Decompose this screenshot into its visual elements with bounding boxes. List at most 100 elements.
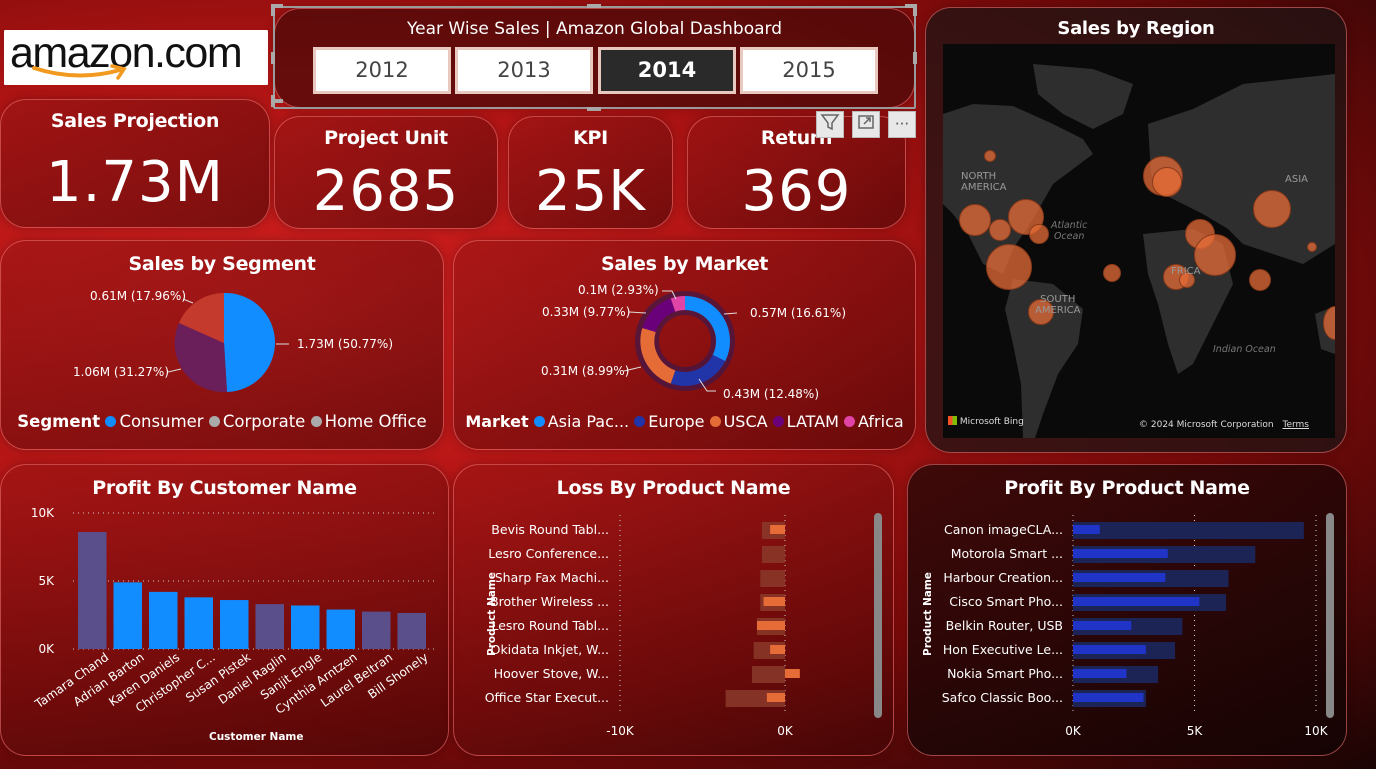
y-tick-label: Sharp Fax Machi...	[495, 570, 609, 585]
bar-highlight	[1073, 597, 1200, 606]
more-options-icon[interactable]: ···	[888, 111, 916, 138]
profit-by-product-card: Profit By Product Name 0K 5K 10K Canon imag…	[907, 464, 1347, 756]
y-tick-label: 5K	[38, 574, 55, 588]
legend-item-europe[interactable]: Europe	[634, 412, 705, 431]
loss-by-product-card: Loss By Product Name -10K 0K Bevis Round T…	[453, 464, 894, 756]
bar-highlight	[770, 525, 785, 534]
sales-bubble[interactable]	[959, 204, 991, 236]
bing-logo: Microsoft Bing	[948, 416, 1024, 427]
product-profit-bar-chart: 0K 5K 10K Canon imageCLA... Motorola Smart .…	[942, 515, 1329, 738]
selection-frame[interactable]	[273, 6, 916, 109]
kpi-label: KPI	[573, 127, 608, 149]
bar	[220, 600, 249, 649]
y-tick-label: Cisco Smart Pho...	[949, 594, 1063, 609]
sales-bubble[interactable]	[1249, 269, 1271, 291]
sales-by-region-card: Sales by Region NORTH AMERICA ASIA Atlan…	[925, 7, 1347, 453]
bar	[326, 609, 355, 649]
donut-slice-africa	[670, 296, 686, 312]
resize-handle[interactable]	[587, 107, 601, 111]
sales-by-segment-card: Sales by Segment 0.61M (17.96%) 1.73M (5…	[0, 240, 444, 450]
customer-x-axis-title: Customer Name	[209, 731, 304, 743]
y-tick-label: Safco Classic Boo...	[942, 690, 1063, 705]
product-scrollbar[interactable]	[1326, 513, 1334, 718]
map-label-asia: ASIA	[1285, 174, 1308, 185]
resize-handle[interactable]	[587, 4, 601, 8]
legend-item-africa[interactable]: Africa	[844, 412, 904, 431]
sales-bubble[interactable]	[1103, 264, 1121, 282]
bar-highlight	[1073, 693, 1144, 702]
bar-highlight	[763, 597, 785, 606]
resize-handle[interactable]	[271, 95, 275, 107]
bar-total	[752, 666, 785, 683]
sales-bubble[interactable]	[989, 219, 1011, 241]
project-unit-card: Project Unit 2685	[274, 116, 498, 229]
sales-bubble[interactable]	[984, 150, 996, 162]
map-label-indian-ocean: Indian Ocean	[1213, 344, 1276, 355]
y-tick-label: 10K	[31, 506, 55, 520]
bar	[113, 582, 142, 649]
pie-slice-consumer	[224, 292, 276, 392]
legend-item-usca[interactable]: USCA	[709, 412, 768, 431]
map-label-africa: FRICA	[1171, 266, 1201, 277]
bar-total	[761, 546, 785, 563]
y-tick-label: Hoover Stove, W...	[494, 666, 609, 681]
bar	[149, 591, 178, 649]
y-tick-label: Hon Executive Le...	[943, 642, 1063, 657]
segment-legend-title: Segment	[17, 412, 101, 431]
sales-bubble[interactable]	[986, 244, 1032, 290]
legend-item-latam[interactable]: LATAM	[772, 412, 839, 431]
bar-highlight	[1073, 669, 1127, 678]
bar-highlight	[1073, 549, 1168, 558]
legend-item-corporate[interactable]: Corporate	[208, 412, 305, 431]
sales-bubble[interactable]	[1029, 224, 1049, 244]
loss-y-axis-title: Product Name	[486, 572, 498, 656]
market-label-europe: 0.43M (12.48%)	[723, 387, 820, 401]
y-tick-label: Lesro Conference...	[488, 546, 609, 561]
resize-handle[interactable]	[913, 4, 917, 16]
bar	[291, 605, 320, 649]
y-tick-label: 0K	[38, 642, 55, 656]
x-tick-label: 0K	[1065, 724, 1082, 738]
x-tick-label: 5K	[1187, 724, 1204, 738]
product-y-axis-title: Product Name	[922, 572, 934, 656]
bar	[255, 604, 284, 649]
legend-item-asia-pacific[interactable]: Asia Pac...	[533, 412, 629, 431]
sales-by-market-card: Sales by Market 0.1M (2.93%) 0.33M (9.77…	[453, 240, 916, 450]
filter-icon[interactable]	[816, 111, 844, 138]
map-attribution: © 2024 Microsoft Corporation Terms	[1139, 420, 1309, 430]
map-terms-link[interactable]: Terms	[1282, 420, 1309, 430]
loss-bar-chart: -10K 0K Bevis Round Tabl... Lesro Conferenc…	[485, 515, 800, 738]
sales-projection-card: Sales Projection 1.73M	[0, 99, 270, 228]
sales-bubble[interactable]	[1253, 190, 1291, 228]
project-unit-value: 2685	[312, 159, 460, 224]
map-label-atlantic: Atlantic Ocean	[1051, 220, 1088, 242]
bar	[184, 597, 213, 649]
segment-legend: Segment Consumer Corporate Home Office	[1, 412, 443, 431]
sales-bubble[interactable]	[1307, 242, 1317, 252]
legend-item-consumer[interactable]: Consumer	[105, 412, 204, 431]
market-legend: Market Asia Pac... Europe USCA LATAM Afr…	[454, 412, 915, 431]
windows-icon	[948, 416, 957, 425]
sales-bubble[interactable]	[1152, 167, 1182, 197]
bar-highlight	[1073, 621, 1132, 630]
segment-label-home-office: 0.61M (17.96%)	[90, 289, 187, 303]
resize-handle[interactable]	[913, 52, 917, 64]
bar-highlight	[756, 621, 785, 630]
bar-highlight	[770, 645, 785, 654]
bar-total	[1073, 522, 1304, 539]
y-tick-label: Nokia Smart Pho...	[947, 666, 1063, 681]
loss-scrollbar[interactable]	[874, 513, 882, 718]
focus-mode-icon[interactable]	[852, 111, 880, 138]
region-map[interactable]: NORTH AMERICA ASIA Atlantic Ocean SOUTH …	[943, 44, 1335, 438]
y-tick-label: Office Star Execut...	[485, 690, 609, 705]
bar-highlight	[1073, 645, 1146, 654]
legend-item-home-office[interactable]: Home Office	[310, 412, 427, 431]
sales-projection-value: 1.73M	[45, 150, 224, 215]
resize-handle[interactable]	[271, 4, 275, 16]
resize-handle[interactable]	[271, 52, 275, 64]
bar	[397, 612, 426, 649]
region-map-title: Sales by Region	[1057, 18, 1215, 39]
y-tick-label: Okidata Inkjet, W...	[491, 642, 609, 657]
market-label-asia-pacific: 0.57M (16.61%)	[750, 306, 847, 320]
bar-highlight	[1073, 525, 1100, 534]
